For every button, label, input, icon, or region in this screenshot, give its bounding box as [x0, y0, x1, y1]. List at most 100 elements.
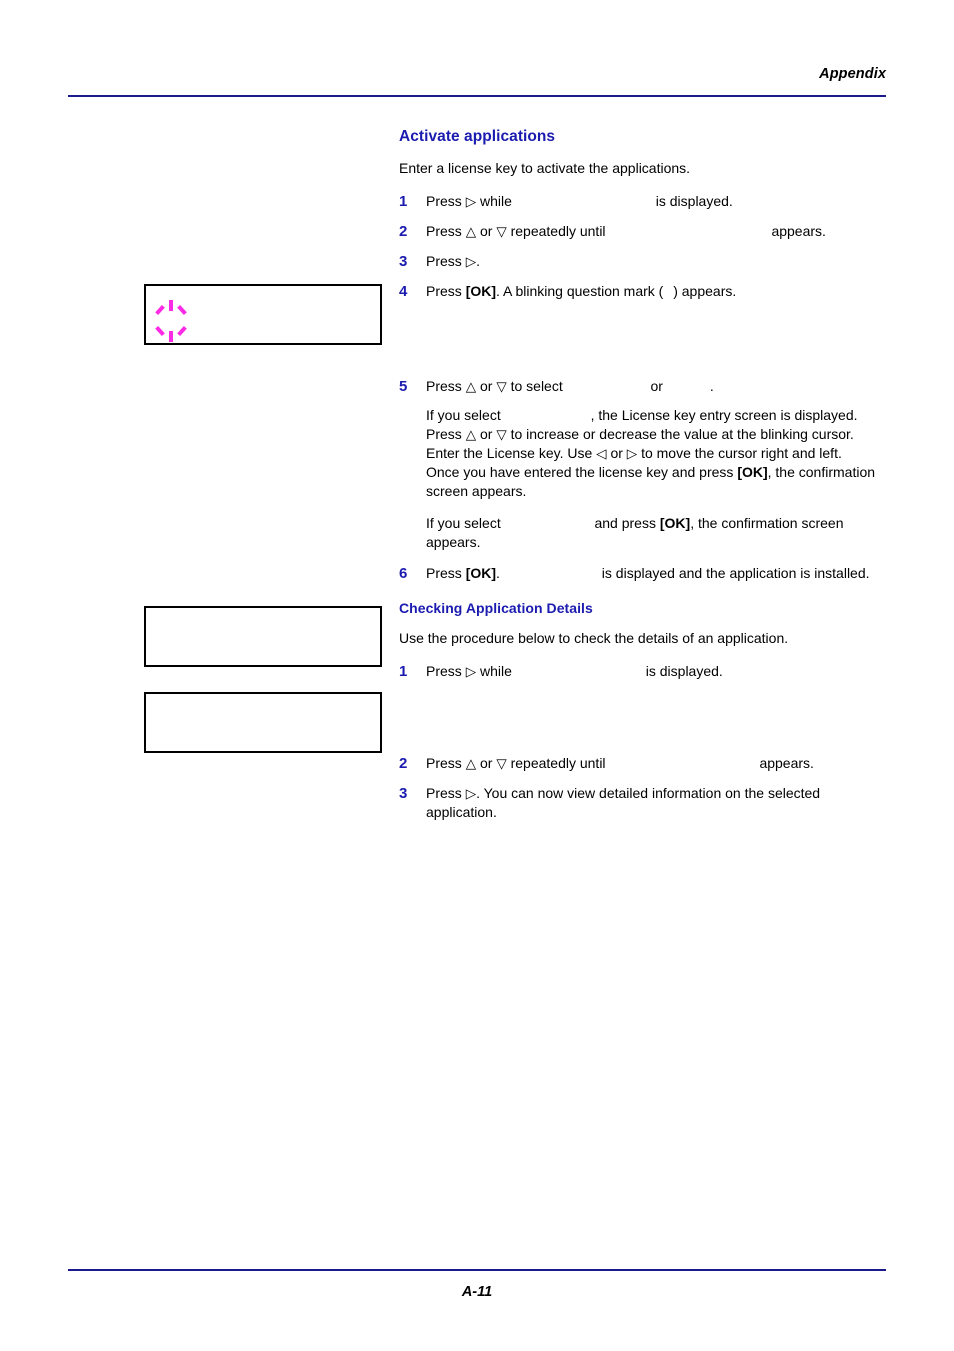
step-number: 3	[399, 252, 408, 270]
inline-screen-placeholder	[504, 565, 602, 578]
step-text: Press ▷ while is displayed.	[426, 662, 891, 681]
step-text-middle: to select	[506, 377, 567, 394]
step-activate-5: 5 Press △ or ▽ to select or .	[399, 377, 891, 397]
step-number: 5	[399, 377, 408, 395]
running-header-title: Appendix	[819, 66, 886, 82]
step-text-middle: . A blinking question mark (	[496, 282, 668, 299]
content-column: Activate applications Enter a license ke…	[399, 128, 891, 822]
triangle-up-icon: △	[465, 755, 477, 771]
step-text-after: .	[709, 377, 714, 394]
step-text-before: Press	[426, 282, 466, 299]
step-text: Press ▷.	[426, 252, 891, 271]
step-activate-6: 6 Press [OK]. is displayed and the appli…	[399, 564, 891, 584]
detail-text: If you select	[426, 514, 505, 531]
step-text-or: or	[476, 222, 497, 239]
step-text: Press △ or ▽ to select or .	[426, 377, 891, 396]
step-text-middle: repeatedly until	[506, 754, 610, 771]
triangle-down-icon: ▽	[496, 426, 507, 442]
step-number: 6	[399, 564, 408, 582]
step-text-after: appears.	[771, 222, 826, 239]
step-number: 2	[399, 754, 408, 772]
step-text-before: Press	[426, 377, 466, 394]
step-text-middle: repeatedly until	[506, 222, 610, 239]
triangle-left-icon: ◁	[596, 445, 607, 461]
detail-text: and press	[590, 514, 660, 531]
triangle-down-icon: ▽	[496, 755, 507, 771]
blink-marker-stack	[155, 300, 187, 342]
step-text-after: appears.	[759, 754, 814, 771]
detail-text: Enter the License key. Use	[426, 444, 597, 461]
step-text-before: Press	[426, 784, 466, 801]
step-number: 1	[399, 662, 408, 680]
triangle-down-icon: ▽	[496, 223, 507, 239]
inline-screen-placeholder	[516, 193, 656, 206]
step-text-after: ) appears.	[673, 282, 737, 299]
detail-text: or	[606, 444, 627, 461]
illustration-blinking-question-mark-display	[144, 284, 382, 345]
blink-burst-icon-bottom	[155, 323, 187, 342]
detail-line-3: Enter the License key. Use ◁ or ▷ to mov…	[426, 444, 891, 463]
step-text-after: is displayed.	[655, 193, 733, 210]
step-text: Press △ or ▽ repeatedly until appears.	[426, 754, 891, 773]
step-checking-1: 1 Press ▷ while is displayed.	[399, 662, 891, 682]
detail-text: to increase or decrease the value at the…	[506, 425, 854, 442]
step-text: Press ▷ while is displayed.	[426, 192, 891, 211]
step-number: 1	[399, 193, 408, 211]
page-number: A-11	[461, 1284, 493, 1300]
step-text-after: is displayed.	[645, 662, 723, 679]
detail-line-4: Once you have entered the license key an…	[426, 463, 891, 501]
triangle-up-icon: △	[465, 426, 477, 442]
step-activate-1: 1 Press ▷ while is displayed.	[399, 192, 891, 212]
step-text-before: Press	[426, 252, 466, 269]
step-activate-3: 3 Press ▷.	[399, 252, 891, 272]
activate-intro-text: Enter a license key to activate the appl…	[399, 160, 691, 176]
inline-screen-placeholder	[516, 663, 646, 676]
triangle-right-icon: ▷	[465, 785, 477, 801]
step-text: Press [OK]. A blinking question mark ( )…	[426, 282, 891, 301]
inline-screen-placeholder	[505, 407, 591, 420]
step-number: 3	[399, 784, 408, 802]
triangle-right-icon: ▷	[465, 194, 477, 210]
inline-screen-placeholder	[505, 515, 591, 528]
detail-text: to move the cursor right and left.	[637, 444, 842, 461]
step-checking-2: 2 Press △ or ▽ repeatedly until appears.	[399, 754, 891, 774]
detail-text: or	[476, 425, 497, 442]
step-text: Press △ or ▽ repeatedly until appears.	[426, 222, 891, 241]
step-text-middle: while	[476, 193, 516, 210]
triangle-down-icon: ▽	[496, 378, 507, 394]
illustration-application-menu-display-1	[144, 606, 382, 667]
header-rule	[68, 95, 886, 97]
ok-key-label: [OK]	[737, 463, 768, 480]
step-text-before: Press	[426, 754, 466, 771]
detail-text: Once you have entered the license key an…	[426, 463, 738, 480]
step-activate-5-detail-paragraph-2: If you select and press [OK], the confir…	[426, 514, 891, 552]
step-text-after: .	[476, 252, 480, 269]
step-checking-3: 3 Press ▷. You can now view detailed inf…	[399, 784, 891, 822]
detail-text: Press	[426, 425, 466, 442]
illustration-application-menu-display-2	[144, 692, 382, 753]
sub-heading-checking-application-details: Checking Application Details	[399, 599, 593, 616]
detail-line-2: Press △ or ▽ to increase or decrease the…	[426, 425, 891, 444]
step-number: 2	[399, 222, 408, 240]
triangle-right-icon: ▷	[465, 253, 477, 269]
ok-key-label: [OK]	[659, 514, 691, 531]
triangle-right-icon: ▷	[626, 445, 638, 461]
inline-screen-placeholder	[609, 223, 771, 236]
step-text-before: Press	[426, 564, 466, 581]
step-text-before: Press	[426, 193, 466, 210]
step-text-after: is displayed and the application is inst…	[601, 564, 870, 581]
triangle-up-icon: △	[465, 223, 477, 239]
step-text: Press [OK]. is displayed and the applica…	[426, 564, 891, 583]
page: Appendix Activate applications Enter a l…	[0, 0, 954, 1351]
detail-line-1: If you select , the License key entry sc…	[426, 406, 891, 425]
blink-burst-icon-top	[155, 300, 187, 319]
triangle-right-icon: ▷	[465, 663, 477, 679]
step-text-or: or	[476, 754, 497, 771]
step-text-or: or	[476, 377, 497, 394]
detail-text: , the License key entry screen is displa…	[590, 406, 858, 423]
footer-rule	[68, 1269, 886, 1271]
inline-screen-placeholder	[567, 378, 647, 391]
step-text-after: . You can now view detailed information …	[426, 784, 821, 820]
step-number: 4	[399, 282, 408, 300]
page-title-activate-applications: Activate applications	[399, 128, 556, 145]
